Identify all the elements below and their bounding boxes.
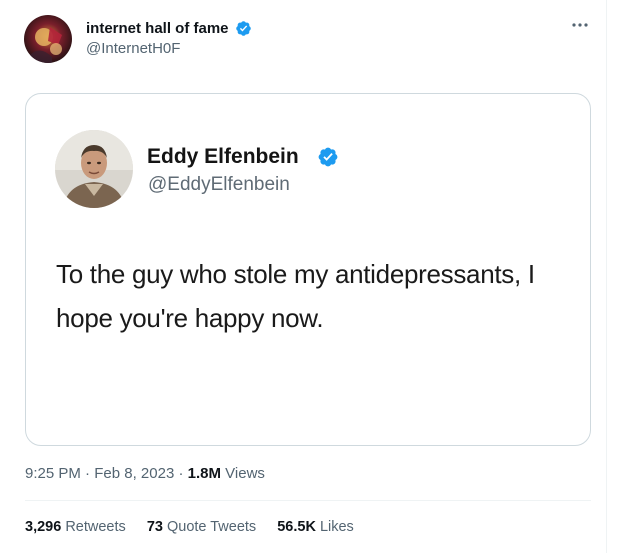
verified-badge-icon bbox=[235, 20, 252, 37]
retweets-label: Retweets bbox=[65, 519, 126, 535]
embedded-avatar bbox=[55, 130, 133, 208]
tweet: internet hall of fame @InternetH0F Eddy … bbox=[0, 0, 617, 553]
tweet-stats: 3,296 Retweets 73 Quote Tweets 56.5K Lik… bbox=[25, 518, 371, 536]
embedded-author-handle: @EddyElfenbein bbox=[148, 174, 290, 195]
author-avatar[interactable] bbox=[24, 15, 72, 63]
tweet-time[interactable]: 9:25 PM bbox=[25, 465, 81, 482]
likes-label: Likes bbox=[319, 519, 354, 535]
avatar-image bbox=[24, 15, 72, 63]
embedded-verified-badge-icon bbox=[317, 146, 339, 168]
meta-separator: · bbox=[85, 465, 91, 482]
tweet-date[interactable]: Feb 8, 2023 bbox=[94, 465, 174, 482]
views-count: 1.8M bbox=[187, 465, 221, 482]
divider bbox=[25, 500, 591, 501]
tweet-meta: 9:25 PM · Feb 8, 2023 · 1.8M Views bbox=[25, 465, 265, 483]
embedded-tweet-text: To the guy who stole my antidepressants,… bbox=[56, 259, 535, 333]
author-handle[interactable]: @InternetH0F bbox=[86, 40, 180, 58]
retweets-count: 3,296 bbox=[25, 519, 62, 535]
meta-separator: · bbox=[178, 465, 184, 482]
author-name[interactable]: internet hall of fame bbox=[86, 20, 229, 38]
media-image[interactable]: Eddy Elfenbein @EddyElfenbein To the guy… bbox=[25, 93, 591, 446]
quote-tweets-label: Quote Tweets bbox=[166, 519, 257, 535]
retweets-stat[interactable]: 3,296 Retweets bbox=[25, 518, 126, 536]
embedded-author-name: Eddy Elfenbein bbox=[147, 145, 299, 168]
more-horizontal-icon[interactable] bbox=[566, 14, 594, 36]
quote-tweets-stat[interactable]: 73 Quote Tweets bbox=[147, 518, 256, 536]
column-border bbox=[606, 0, 607, 553]
likes-stat[interactable]: 56.5K Likes bbox=[277, 518, 354, 536]
quote-tweets-count: 73 bbox=[146, 519, 163, 535]
likes-count: 56.5K bbox=[277, 519, 316, 535]
person-photo bbox=[55, 130, 133, 208]
views-label: Views bbox=[225, 465, 265, 482]
